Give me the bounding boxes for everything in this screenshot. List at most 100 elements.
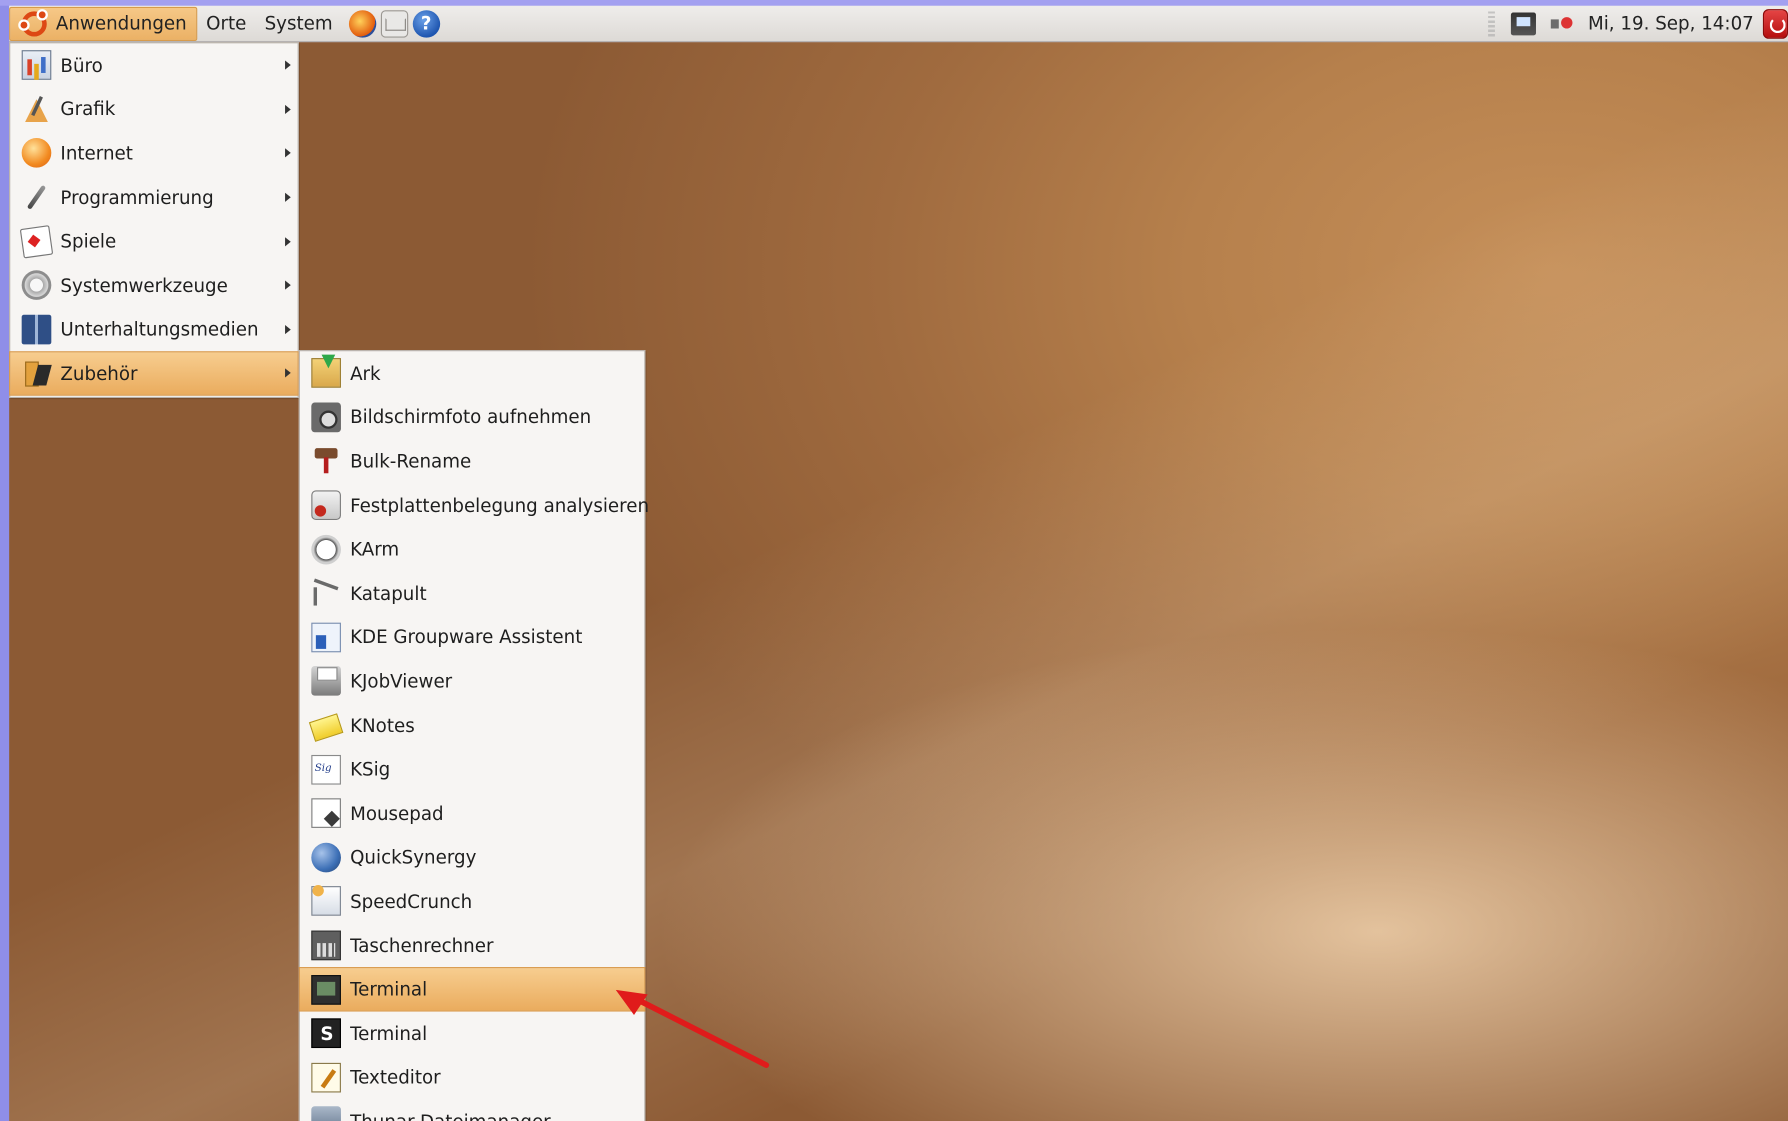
menu-item-label: Spiele	[60, 230, 117, 253]
graphics-icon	[22, 95, 52, 125]
archive-icon	[311, 355, 341, 389]
menu-item-label: QuickSynergy	[350, 846, 477, 869]
system-menu-button[interactable]: System	[255, 6, 341, 40]
submenu-arrow-icon	[285, 368, 291, 378]
menu-item-label: KNotes	[350, 714, 415, 737]
applications-menu-label: Anwendungen	[55, 12, 187, 35]
menu-item-label: Taschenrechner	[350, 934, 494, 957]
menu-item-label: Thunar-Dateimanager	[350, 1111, 551, 1121]
system-menu-label: System	[264, 12, 333, 35]
volume-muted-icon[interactable]	[1549, 12, 1574, 35]
ubuntu-logo-icon	[18, 8, 48, 36]
menu-item-label: Mousepad	[350, 802, 444, 825]
terminal-s-icon	[311, 1018, 341, 1049]
menu-item-label: Unterhaltungsmedien	[60, 318, 259, 341]
menu-item-label: Terminal	[350, 978, 428, 1001]
text-editor-icon	[311, 1062, 341, 1093]
menu-item-terminal[interactable]: Terminal	[298, 967, 646, 1012]
menu-item-systemwerkzeuge[interactable]: Systemwerkzeuge	[10, 263, 297, 307]
menu-item-taschenrechner[interactable]: Taschenrechner	[300, 923, 644, 967]
tray-separator	[1487, 10, 1495, 36]
rename-icon	[311, 446, 341, 476]
help-icon[interactable]: ?	[412, 9, 440, 38]
printer-icon	[311, 666, 341, 697]
camera-icon	[311, 402, 341, 433]
places-menu-label: Orte	[206, 12, 247, 35]
menu-item-label: Terminal	[350, 1022, 428, 1045]
disk-icon	[311, 490, 341, 521]
synergy-icon	[311, 842, 341, 873]
menu-item-label: Systemwerkzeuge	[60, 274, 228, 297]
internet-icon	[21, 138, 52, 169]
menu-item-karm[interactable]: KArm	[300, 527, 644, 571]
menu-item-label: Büro	[60, 54, 103, 77]
submenu-arrow-icon	[285, 148, 291, 158]
menu-item-label: Grafik	[60, 98, 116, 121]
menu-item-label: Festplattenbelegung analysieren	[350, 494, 650, 517]
screen: Anwendungen Orte System ? Mi, 19. Sep, 1…	[0, 0, 1788, 1121]
menu-item-label: KSig	[350, 758, 391, 781]
note-icon	[308, 713, 344, 742]
menu-item-screenshot[interactable]: Bildschirmfoto aufnehmen	[300, 395, 644, 439]
menu-item-disk-usage[interactable]: Festplattenbelegung analysieren	[300, 483, 649, 527]
accessories-icon	[22, 359, 52, 389]
calculator-icon	[311, 930, 341, 961]
mail-icon[interactable]	[380, 9, 408, 38]
accessories-submenu: Ark Bildschirmfoto aufnehmen Bulk-Rename…	[298, 350, 649, 1121]
clock-icon	[311, 534, 341, 565]
menu-item-ark[interactable]: Ark	[300, 351, 644, 395]
menu-item-speedcrunch[interactable]: SpeedCrunch	[300, 879, 644, 923]
system-tools-icon	[21, 270, 52, 301]
menu-item-label: SpeedCrunch	[350, 890, 473, 913]
games-icon	[19, 224, 54, 259]
menu-item-katapult[interactable]: Katapult	[300, 571, 644, 615]
menu-item-quicksynergy[interactable]: QuickSynergy	[300, 835, 644, 879]
menu-item-texteditor[interactable]: Texteditor	[300, 1055, 644, 1099]
menu-item-buero[interactable]: Büro	[10, 43, 297, 87]
power-icon[interactable]	[1762, 8, 1788, 39]
menu-item-programmierung[interactable]: Programmierung	[10, 175, 297, 219]
menu-item-kjobviewer[interactable]: KJobViewer	[300, 659, 644, 703]
menu-item-mousepad[interactable]: Mousepad	[300, 791, 644, 835]
submenu-arrow-icon	[285, 236, 291, 246]
office-icon	[21, 50, 52, 81]
menu-item-zubehoer[interactable]: Zubehör	[9, 351, 299, 396]
menu-item-bulk-rename[interactable]: Bulk-Rename	[300, 439, 644, 483]
menu-item-internet[interactable]: Internet	[10, 131, 297, 175]
submenu-arrow-icon	[285, 192, 291, 202]
applications-menu: Büro Grafik Internet Programmierung Spie…	[9, 42, 299, 398]
menu-item-label: Internet	[60, 142, 133, 165]
menu-item-thunar[interactable]: Thunar-Dateimanager	[300, 1099, 644, 1121]
menu-item-knotes[interactable]: KNotes	[300, 703, 644, 747]
clock[interactable]: Mi, 19. Sep, 14:07	[1588, 13, 1754, 35]
menu-item-kde-groupware[interactable]: KDE Groupware Assistent	[300, 615, 644, 659]
places-menu-button[interactable]: Orte	[197, 6, 255, 40]
menu-item-label: Texteditor	[350, 1066, 441, 1089]
menu-item-label: Bulk-Rename	[350, 450, 472, 473]
menu-item-label: Zubehör	[60, 362, 138, 385]
groupware-icon	[311, 622, 341, 653]
applications-menu-button[interactable]: Anwendungen	[9, 6, 197, 41]
signature-icon	[311, 754, 341, 785]
network-icon[interactable]	[1510, 11, 1536, 35]
annotation-arrow-icon	[615, 989, 770, 1068]
top-panel: Anwendungen Orte System ? Mi, 19. Sep, 1…	[9, 5, 1788, 43]
menu-item-label: KDE Groupware Assistent	[350, 626, 583, 649]
submenu-arrow-icon	[285, 60, 291, 70]
catapult-icon	[311, 578, 341, 608]
menu-item-spiele[interactable]: Spiele	[10, 219, 297, 263]
menu-item-terminal-2[interactable]: Terminal	[300, 1011, 644, 1055]
text-document-icon	[311, 798, 341, 829]
menu-item-label: Katapult	[350, 582, 427, 605]
multimedia-icon	[21, 314, 52, 345]
programming-icon	[22, 183, 52, 213]
menu-item-unterhaltungsmedien[interactable]: Unterhaltungsmedien	[10, 307, 297, 351]
system-tray: Mi, 19. Sep, 14:07	[1487, 5, 1788, 41]
menu-item-label: KArm	[350, 538, 400, 561]
menu-item-grafik[interactable]: Grafik	[10, 87, 297, 131]
menu-item-label: KJobViewer	[350, 670, 453, 693]
submenu-arrow-icon	[285, 280, 291, 290]
submenu-arrow-icon	[285, 104, 291, 114]
firefox-icon[interactable]	[348, 9, 376, 38]
menu-item-ksig[interactable]: KSig	[300, 747, 644, 791]
